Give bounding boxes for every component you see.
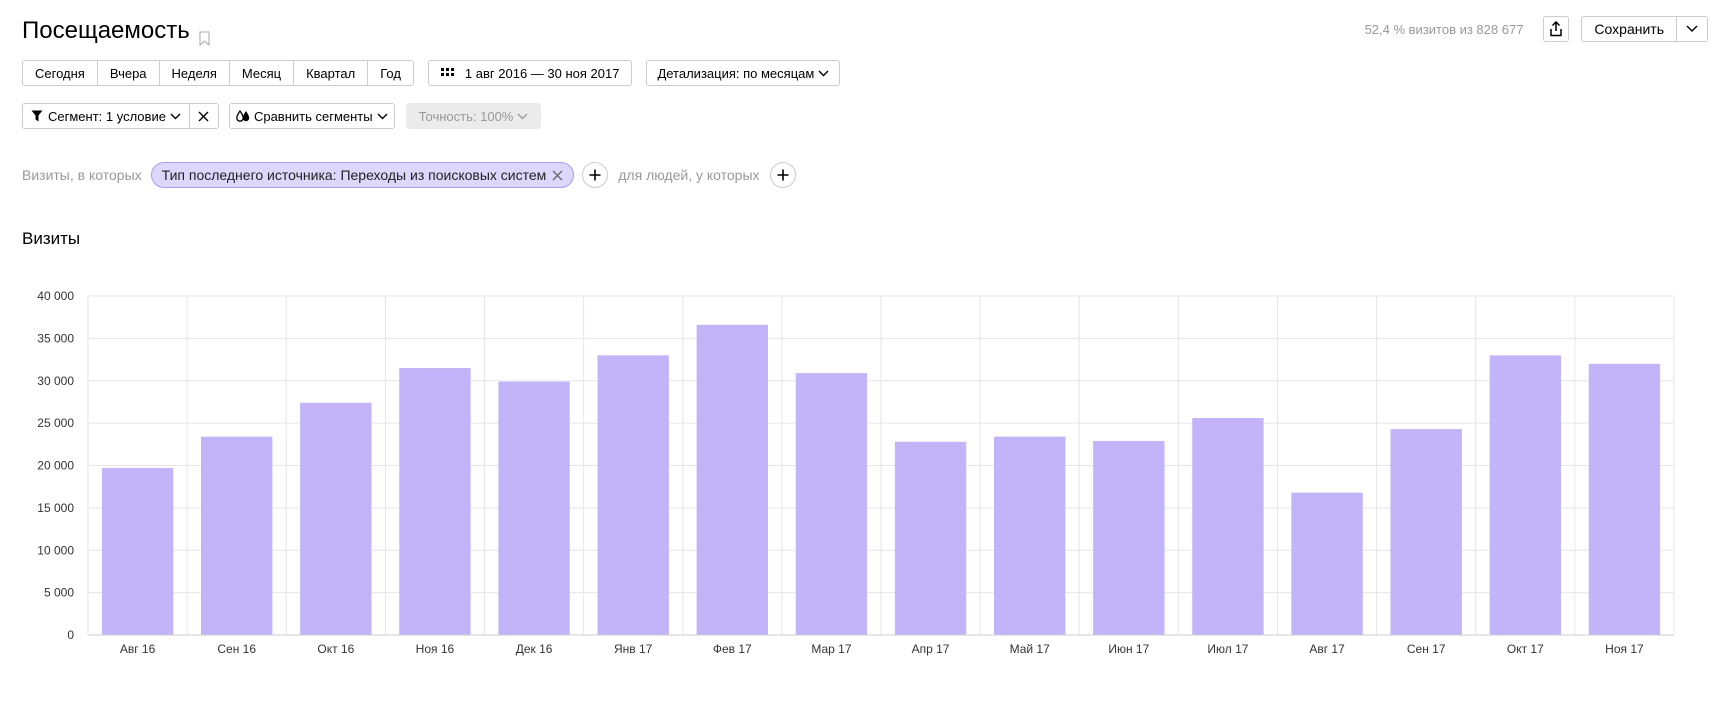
x-tick-label: Окт 17 <box>1507 642 1544 656</box>
bar <box>1192 418 1264 635</box>
bar <box>1489 355 1561 635</box>
bar <box>300 402 372 635</box>
y-tick-label: 30 000 <box>37 374 74 388</box>
bar <box>101 468 174 635</box>
x-tick-label: Янв 17 <box>614 642 653 656</box>
y-tick-label: 25 000 <box>37 416 74 430</box>
bar <box>597 355 669 635</box>
x-tick-label: Мар 17 <box>811 642 851 656</box>
bar <box>1291 492 1363 635</box>
bar <box>1588 363 1661 635</box>
visits-bar-chart: 0 5 000 10 000 15 000 20 000 25 000 30 000 35 0… <box>37 289 1675 656</box>
x-tick-label: Ноя 16 <box>416 642 455 656</box>
x-tick-label: Ноя 17 <box>1605 642 1644 656</box>
bar <box>498 381 570 635</box>
bar <box>795 373 868 635</box>
x-tick-label: Фев 17 <box>713 642 752 656</box>
bar <box>201 436 273 635</box>
y-tick-label: 35 000 <box>37 331 74 345</box>
x-tick-label: Сен 16 <box>217 642 256 656</box>
x-tick-label: Апр 17 <box>912 642 950 656</box>
y-tick-label: 10 000 <box>37 543 74 557</box>
bar <box>894 441 967 635</box>
bar <box>1390 429 1462 635</box>
x-tick-label: Авг 17 <box>1309 642 1345 656</box>
x-tick-label: Сен 17 <box>1407 642 1446 656</box>
bar <box>994 436 1066 635</box>
y-tick-label: 20 000 <box>37 459 74 473</box>
y-tick-label: 40 000 <box>37 289 74 303</box>
x-tick-label: Дек 16 <box>516 642 553 656</box>
y-tick-label: 5 000 <box>44 586 74 600</box>
y-tick-label: 0 <box>67 628 74 642</box>
x-tick-label: Авг 16 <box>120 642 156 656</box>
bar <box>1093 440 1165 635</box>
x-tick-label: Окт 16 <box>317 642 354 656</box>
x-tick-label: Июл 17 <box>1207 642 1248 656</box>
bar <box>399 368 471 635</box>
x-tick-label: Май 17 <box>1010 642 1051 656</box>
y-tick-label: 15 000 <box>37 501 74 515</box>
bar <box>696 324 768 635</box>
x-tick-label: Июн 17 <box>1108 642 1149 656</box>
